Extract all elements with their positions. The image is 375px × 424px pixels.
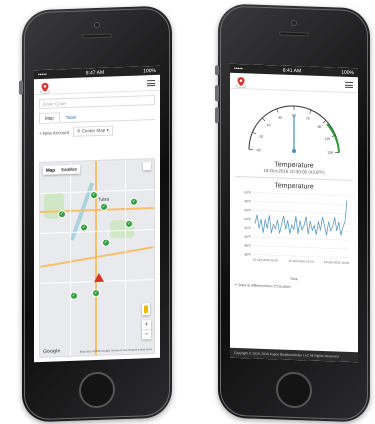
volume-button: [19, 80, 23, 95]
location-pin-logo-icon[interactable]: [235, 74, 247, 88]
carrier-signal: •••••: [38, 71, 47, 78]
carrier-signal: •••••: [234, 65, 243, 72]
y-tick-label: 38°F: [244, 244, 251, 248]
new-account-button[interactable]: + New Account: [39, 129, 69, 135]
zoom-control: + −: [142, 320, 151, 340]
gauge-tick-label: 30: [278, 116, 282, 120]
hamburger-menu-icon[interactable]: [345, 81, 353, 88]
temperature-line-chart: 50°F 48°F 46°F 44°F 42°F 40°F 38°F 36°F 15-Oct-…: [244, 190, 349, 265]
map-toolbar: + New Account ⚲ Center Map ▾: [39, 124, 155, 138]
x-tick-label: 15-Oct-2016 16:00: [253, 258, 278, 263]
status-time: 8:41 AM: [282, 67, 302, 74]
street: [125, 159, 126, 355]
fullscreen-icon[interactable]: [143, 162, 151, 171]
battery-level: 100%: [341, 69, 354, 76]
chart-card: Temperature 50°F 48°F 46°F 44°F 42°F 40°F 38°F…: [235, 181, 353, 283]
zoom-out-button[interactable]: −: [142, 329, 151, 340]
map-type-control: Map Satellite: [43, 164, 81, 175]
city-label: Tulsa: [98, 196, 109, 202]
y-tick-label: 36°F: [244, 252, 251, 256]
gauge-tick-label: -30: [255, 148, 260, 152]
gridline: [253, 201, 349, 205]
map-type-map[interactable]: Map: [43, 165, 58, 175]
gauge-tick-label: 90: [318, 125, 322, 129]
temperature-series-line: [254, 200, 348, 236]
y-tick-label: 50°F: [244, 190, 251, 194]
gauge-tick-label: 70: [306, 117, 310, 121]
device-marker[interactable]: ✓: [70, 291, 78, 300]
volume-down-button: [215, 107, 219, 124]
gauge-tick: [276, 108, 279, 113]
left-screen: ••••• 8:47 AM 100% Enter Code Map Table …: [34, 65, 160, 363]
x-axis-label: Time: [290, 276, 298, 282]
front-camera: [291, 19, 297, 27]
left-phone: ••••• 8:47 AM 100% Enter Code Map Table …: [19, 5, 172, 423]
gauge-tick-label: 110: [324, 137, 330, 141]
street: [40, 229, 154, 234]
code-input[interactable]: Enter Code: [39, 94, 155, 110]
map-credit[interactable]: Map data ©2016 Google Terms of Use Repor…: [80, 347, 152, 354]
location-pin-logo-icon[interactable]: [39, 80, 51, 94]
gridline: [253, 236, 349, 241]
gauge-tick-label: 10: [267, 123, 271, 127]
google-logo: Google: [43, 348, 61, 355]
center-map-label: Center Map ▾: [81, 127, 109, 134]
chart-footnote: ** Data at different times (*) location: [235, 282, 291, 289]
battery-level: 100%: [143, 67, 156, 74]
gauge-tick: [252, 132, 257, 135]
right-screen: ••••• 8:41 AM 100% -30-10103050709011013…: [230, 63, 358, 363]
tab-table[interactable]: Table: [60, 112, 83, 123]
y-tick-label: 40°F: [244, 235, 251, 239]
x-tick-label: 16-Oct-2016 16:00: [288, 259, 313, 264]
highway: [40, 246, 154, 268]
gridline: [253, 245, 349, 250]
warning-marker-icon[interactable]: [94, 272, 104, 283]
street: [70, 161, 71, 356]
hamburger-menu-icon[interactable]: [147, 79, 155, 86]
center-map-button[interactable]: ⚲ Center Map ▾: [73, 125, 113, 137]
gauge-card: -30-101030507090110130 Temperature 18-Oc…: [235, 92, 353, 182]
y-tick-label: 48°F: [244, 199, 251, 203]
tab-map[interactable]: Map: [39, 112, 60, 124]
x-tick-label: 18-Oct-2016 10:00: [324, 260, 349, 265]
device-marker[interactable]: ✓: [58, 210, 66, 219]
device-marker[interactable]: ✓: [102, 238, 110, 247]
map-view[interactable]: Map Satellite Tulsa ✓ ✓ ✓ ✓ ✓ ✓ ✓ ✓ ✓ + …: [39, 157, 155, 359]
gridline: [253, 192, 349, 197]
status-time: 8:47 AM: [85, 69, 105, 76]
gauge-tick-label: 130: [327, 151, 333, 155]
gauge-tick-label: -10: [258, 134, 263, 138]
gridline: [253, 210, 349, 214]
app-header: [230, 72, 358, 94]
zoom-in-button[interactable]: +: [142, 320, 151, 329]
gauge-tick: [322, 120, 327, 124]
app-header: [34, 74, 160, 96]
right-phone: ••••• 8:41 AM 100% -30-10103050709011013…: [215, 3, 370, 423]
volume-up-button: [215, 85, 219, 102]
home-button: [276, 371, 312, 409]
map-type-satellite[interactable]: Satellite: [58, 165, 80, 175]
device-marker[interactable]: ✓: [130, 197, 138, 206]
new-account-label: New Account: [42, 129, 70, 136]
device-marker[interactable]: ✓: [92, 288, 100, 298]
mute-switch: [215, 65, 219, 76]
gauge-tick: [261, 117, 266, 122]
gauge-tick: [309, 109, 312, 114]
y-tick-label: 46°F: [244, 208, 251, 212]
gauge-hub: [292, 148, 296, 154]
temperature-gauge: -30-101030507090110130: [248, 105, 340, 155]
street-view-pegman-icon[interactable]: [142, 303, 150, 316]
y-tick-label: 42°F: [244, 226, 251, 230]
y-tick-label: 44°F: [244, 217, 251, 221]
